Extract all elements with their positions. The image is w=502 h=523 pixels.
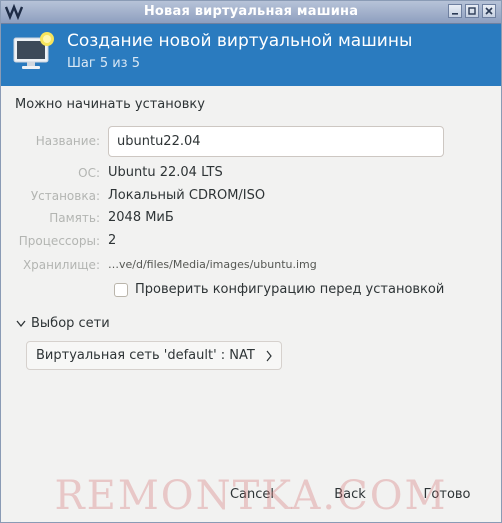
minimize-button[interactable] (448, 4, 462, 18)
new-vm-dialog: Новая виртуальная машина Создание новой … (0, 0, 502, 523)
memory-label: Память: (49, 211, 100, 225)
back-button[interactable]: Back (325, 482, 375, 508)
header-title: Создание новой виртуальной машины (67, 31, 413, 51)
cpus-label: Процессоры: (18, 234, 100, 248)
cpus-value: 2 (108, 233, 117, 248)
network-source-value: Виртуальная сеть 'default' : NAT (36, 348, 255, 363)
storage-value: …ve/d/files/Media/images/ubuntu.img (108, 258, 317, 271)
memory-value: 2048 МиБ (108, 210, 174, 225)
network-source-select[interactable]: Виртуальная сеть 'default' : NAT (26, 341, 282, 370)
header-banner: Создание новой виртуальной машины Шаг 5 … (1, 24, 501, 86)
vm-name-input[interactable] (108, 126, 444, 157)
close-icon (485, 7, 493, 15)
ready-to-install-text: Можно начинать установку (15, 97, 205, 112)
customize-before-install-label[interactable]: Проверить конфигурацию перед установкой (135, 282, 444, 297)
chevron-right-icon (266, 350, 272, 362)
cancel-button[interactable]: Cancel (223, 482, 281, 508)
storage-label: Хранилище: (22, 258, 100, 272)
os-value: Ubuntu 22.04 LTS (108, 165, 223, 180)
maximize-icon (468, 7, 476, 15)
title-bar[interactable]: Новая виртуальная машина (1, 1, 501, 24)
minimize-icon (452, 13, 458, 15)
install-label: Установка: (30, 189, 100, 203)
new-vm-monitor-icon (13, 32, 54, 69)
name-label: Название: (35, 134, 100, 148)
maximize-button[interactable] (465, 4, 479, 18)
chevron-down-icon (16, 320, 26, 328)
os-label: ОС: (78, 166, 100, 180)
header-step: Шаг 5 из 5 (67, 56, 140, 71)
customize-before-install-checkbox[interactable] (114, 283, 128, 297)
finish-button[interactable]: Готово (415, 482, 479, 508)
close-button[interactable] (482, 4, 496, 18)
window-title: Новая виртуальная машина (143, 4, 359, 19)
network-selection-label: Выбор сети (31, 316, 110, 331)
install-value: Локальный CDROM/ISO (108, 188, 266, 203)
